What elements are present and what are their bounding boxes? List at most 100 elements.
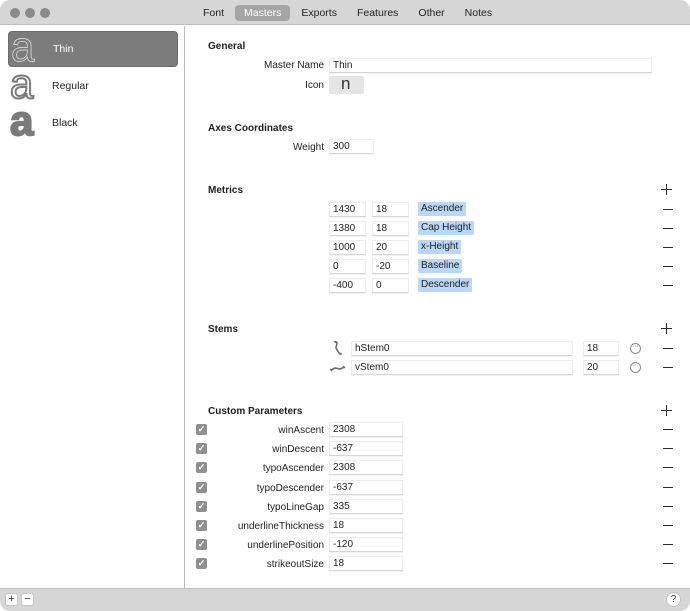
master-label: Regular xyxy=(52,80,89,92)
master-name-label: Master Name xyxy=(263,60,324,71)
tab-features[interactable]: Features xyxy=(348,5,407,21)
metric-overshoot-field[interactable]: 18 xyxy=(372,221,409,236)
master-icon-glyph: n xyxy=(341,74,351,93)
parameter-name[interactable]: typoLineGap xyxy=(267,502,324,513)
metric-name-tag[interactable]: Descender xyxy=(418,278,473,292)
parameter-value-field[interactable]: -637 xyxy=(329,441,403,456)
stem-name-field[interactable]: vStem0 xyxy=(351,360,573,375)
metric-name-tag[interactable]: Ascender xyxy=(418,202,467,216)
parameter-name[interactable]: underlinePosition xyxy=(247,540,324,551)
help-button[interactable]: ? xyxy=(666,592,681,607)
tab-notes[interactable]: Notes xyxy=(456,5,501,21)
tab-exports[interactable]: Exports xyxy=(292,5,346,21)
font-info-window: Font Masters Exports Features Other Note… xyxy=(0,0,690,611)
remove-parameter-button[interactable] xyxy=(662,482,674,494)
remove-parameter-button[interactable] xyxy=(662,520,674,532)
metric-position-field[interactable]: 1000 xyxy=(329,240,366,255)
parameter-value-field[interactable]: -120 xyxy=(329,537,403,552)
metric-name-tag[interactable]: Cap Height xyxy=(418,221,475,235)
parameter-enabled-checkbox[interactable]: ✓ xyxy=(196,520,207,531)
metric-position-field[interactable]: 1380 xyxy=(329,221,366,236)
stem-value-field[interactable]: 18 xyxy=(583,341,619,356)
metric-overshoot-field[interactable]: -20 xyxy=(372,259,409,274)
parameter-name[interactable]: typoAscender xyxy=(263,463,324,474)
metric-position-field[interactable]: 0 xyxy=(329,259,366,274)
remove-stem-button[interactable] xyxy=(662,343,674,355)
parameter-enabled-checkbox[interactable]: ✓ xyxy=(196,462,207,473)
remove-metric-button[interactable] xyxy=(662,261,674,273)
icon-label: Icon xyxy=(305,80,324,91)
master-settings-panel: General Master Name Thin Icon n Axes Coo… xyxy=(186,26,690,588)
parameter-enabled-checkbox[interactable]: ✓ xyxy=(196,558,207,569)
parameter-value-field[interactable]: -637 xyxy=(329,480,403,495)
remove-parameter-button[interactable] xyxy=(662,443,674,455)
weight-label: Weight xyxy=(293,142,324,153)
remove-metric-button[interactable] xyxy=(662,223,674,235)
remove-master-button[interactable]: − xyxy=(21,593,34,606)
stem-options-button[interactable]: ··· xyxy=(630,362,641,373)
close-window-button[interactable] xyxy=(10,8,20,18)
remove-parameter-button[interactable] xyxy=(662,558,674,570)
remove-parameter-button[interactable] xyxy=(662,462,674,474)
add-custom-parameter-button[interactable] xyxy=(661,405,673,417)
remove-stem-button[interactable] xyxy=(662,362,674,374)
minimize-window-button[interactable] xyxy=(25,8,35,18)
zoom-window-button[interactable] xyxy=(40,8,50,18)
masters-sidebar: a Thin a Regular a Black xyxy=(0,23,185,588)
master-label: Black xyxy=(52,117,78,129)
parameter-value-field[interactable]: 2308 xyxy=(329,460,403,475)
master-item-black[interactable]: a Black xyxy=(8,96,178,145)
add-metric-button[interactable] xyxy=(661,184,673,196)
parameter-enabled-checkbox[interactable]: ✓ xyxy=(196,443,207,454)
metric-name-tag[interactable]: Baseline xyxy=(418,259,463,273)
parameter-enabled-checkbox[interactable]: ✓ xyxy=(196,539,207,550)
section-title-stems: Stems xyxy=(208,324,239,335)
metric-position-field[interactable]: -400 xyxy=(329,278,366,293)
stem-options-button[interactable]: ··· xyxy=(630,343,641,354)
add-master-button[interactable]: + xyxy=(5,593,18,606)
tab-other[interactable]: Other xyxy=(409,5,453,21)
parameter-value-field[interactable]: 18 xyxy=(329,518,403,533)
tab-bar: Font Masters Exports Features Other Note… xyxy=(194,5,503,21)
metric-position-field[interactable]: 1430 xyxy=(329,202,366,217)
parameter-value-field[interactable]: 18 xyxy=(329,556,403,571)
weight-field[interactable]: 300 xyxy=(329,139,374,154)
parameter-enabled-checkbox[interactable]: ✓ xyxy=(196,482,207,493)
remove-parameter-button[interactable] xyxy=(662,539,674,551)
master-item-regular[interactable]: a Regular xyxy=(8,59,178,108)
parameter-name[interactable]: winDescent xyxy=(272,444,324,455)
parameter-value-field[interactable]: 2308 xyxy=(329,422,403,437)
section-title-metrics: Metrics xyxy=(208,185,244,196)
bottom-bar: + − ? xyxy=(0,588,690,611)
master-glyph-black-icon: a xyxy=(9,96,34,145)
parameter-enabled-checkbox[interactable]: ✓ xyxy=(196,501,207,512)
stem-value-field[interactable]: 20 xyxy=(583,360,619,375)
tab-font[interactable]: Font xyxy=(194,5,233,21)
metric-overshoot-field[interactable]: 20 xyxy=(372,240,409,255)
parameter-name[interactable]: typoDescender xyxy=(257,483,324,494)
parameter-name[interactable]: winAscent xyxy=(278,425,324,436)
parameter-value-field[interactable]: 335 xyxy=(329,499,403,514)
remove-metric-button[interactable] xyxy=(662,280,674,292)
master-label: Thin xyxy=(53,43,74,55)
parameter-enabled-checkbox[interactable]: ✓ xyxy=(196,424,207,435)
stem-name-field[interactable]: hStem0 xyxy=(351,341,573,356)
parameter-name[interactable]: underlineThickness xyxy=(238,521,324,532)
remove-metric-button[interactable] xyxy=(662,242,674,254)
master-item-thin[interactable]: a Thin xyxy=(8,23,178,70)
metric-overshoot-field[interactable]: 0 xyxy=(372,278,409,293)
tab-masters[interactable]: Masters xyxy=(235,5,291,21)
remove-parameter-button[interactable] xyxy=(662,424,674,436)
section-title-axes: Axes Coordinates xyxy=(208,123,294,134)
parameter-name[interactable]: strikeoutSize xyxy=(267,559,324,570)
master-name-field[interactable]: Thin xyxy=(329,58,652,73)
master-icon-picker[interactable]: n xyxy=(329,74,364,94)
metric-overshoot-field[interactable]: 18 xyxy=(372,202,409,217)
remove-parameter-button[interactable] xyxy=(662,501,674,513)
remove-metric-button[interactable] xyxy=(662,204,674,216)
metric-name-tag[interactable]: x-Height xyxy=(418,240,462,254)
add-stem-button[interactable] xyxy=(661,323,673,335)
section-title-general: General xyxy=(208,41,246,52)
vertical-stem-icon xyxy=(330,365,346,372)
titlebar: Font Masters Exports Features Other Note… xyxy=(0,0,690,25)
